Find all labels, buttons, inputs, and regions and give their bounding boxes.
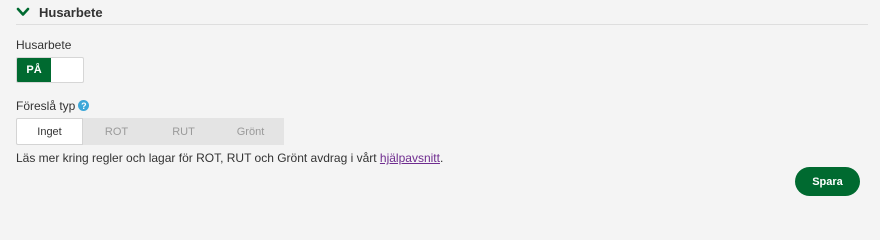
option-inget[interactable]: Inget <box>16 118 83 145</box>
info-text: Läs mer kring regler och lagar för ROT, … <box>16 151 443 165</box>
option-rut[interactable]: RUT <box>150 118 217 145</box>
chevron-down-icon[interactable] <box>16 5 30 19</box>
suggest-type-label-row: Föreslå typ? <box>16 99 90 113</box>
option-rot[interactable]: ROT <box>83 118 150 145</box>
suggest-type-selector: Inget ROT RUT Grönt <box>16 118 284 145</box>
suggest-type-label: Föreslå typ <box>16 99 76 113</box>
info-body: Läs mer kring regler och lagar för ROT, … <box>16 151 380 165</box>
help-section-link[interactable]: hjälpavsnitt <box>380 151 440 165</box>
save-button[interactable]: Spara <box>795 167 860 196</box>
husarbete-toggle[interactable]: PÅ <box>16 57 84 83</box>
husarbete-label: Husarbete <box>16 38 72 52</box>
section-header[interactable]: Husarbete <box>16 0 868 25</box>
help-icon[interactable]: ? <box>78 100 90 112</box>
option-gront[interactable]: Grönt <box>217 118 284 145</box>
toggle-on-label: PÅ <box>17 58 51 82</box>
section-title: Husarbete <box>39 4 103 20</box>
info-suffix: . <box>439 151 444 165</box>
